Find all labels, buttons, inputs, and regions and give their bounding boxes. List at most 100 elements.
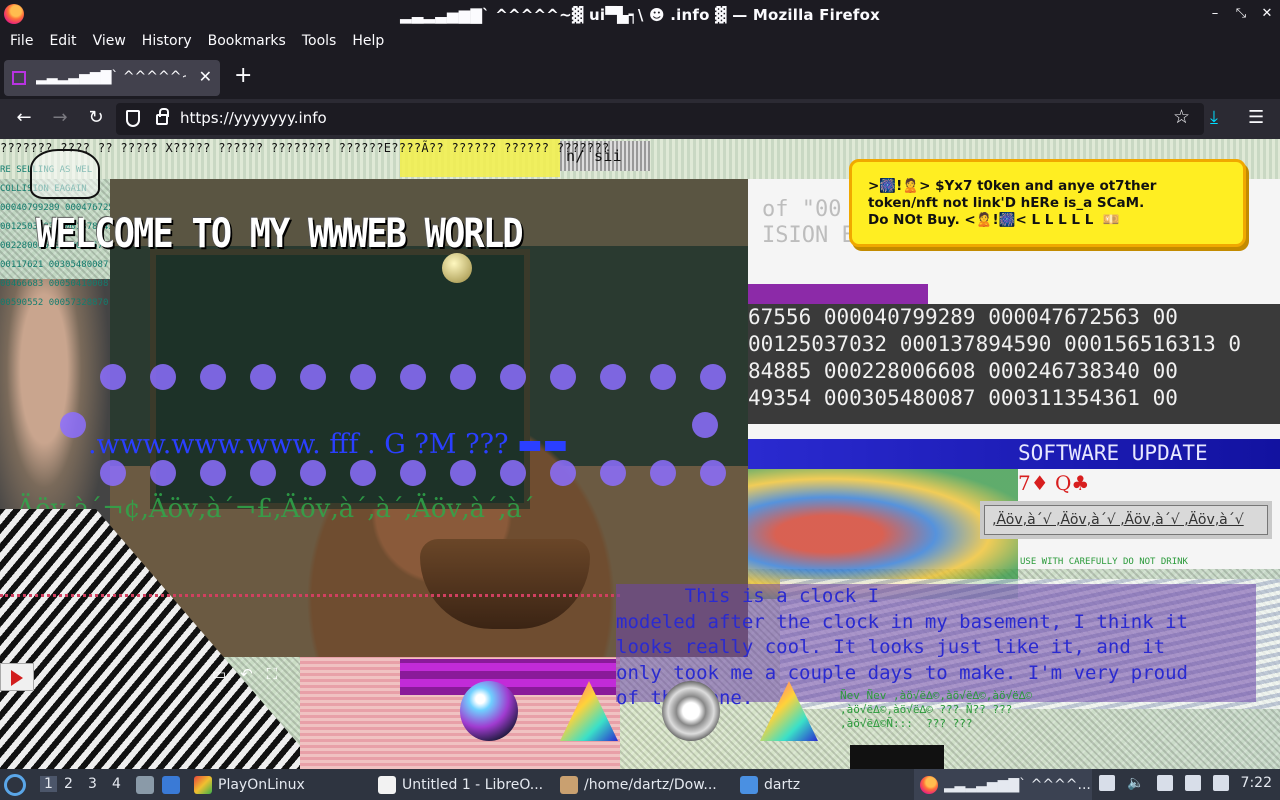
- video-ball: [442, 253, 472, 283]
- taskbar-app-label: /home/dartz/Dow...: [584, 776, 717, 793]
- top-garbled-text: ??????? ???? ?? ????? X????? ?????? ????…: [0, 141, 610, 155]
- desktop-screen: ▂▃▂▃▅▆▇` ^^^^^~▓ ui▀▙┑\ ☻ .info ▓ — Mozi…: [0, 0, 1280, 800]
- taskbar-app-libreoffice[interactable]: Untitled 1 - LibreO...: [378, 769, 543, 800]
- decor-dot: [650, 364, 676, 390]
- menu-view[interactable]: View: [85, 29, 134, 54]
- fullscreen-icon[interactable]: ⛶: [267, 665, 292, 683]
- archive-icon: [560, 775, 578, 794]
- hex-dump-large: 67556 000040799289 000047672563 00 00125…: [748, 304, 1280, 424]
- lock-icon[interactable]: [156, 108, 169, 125]
- workspace-3[interactable]: 3: [88, 776, 97, 792]
- tracking-shield-icon[interactable]: [126, 110, 140, 127]
- volume-icon[interactable]: 🔈: [1127, 775, 1144, 791]
- window-controls: – ⤡ ✕: [1208, 6, 1274, 21]
- scam-warning-popup: >🎆!🙎> $Yx7 t0ken and anye ot7ther token/…: [849, 159, 1246, 247]
- tab-active[interactable]: ▂▃▂▃▅▆▇` ^^^^^~ ▓ ✕: [4, 60, 220, 96]
- menu-bookmarks[interactable]: Bookmarks: [200, 29, 294, 54]
- close-icon[interactable]: ✕: [1260, 6, 1274, 21]
- menu-help[interactable]: Help: [344, 29, 392, 54]
- pip-icon[interactable]: ▭: [212, 665, 240, 683]
- taskbar-app-folder[interactable]: dartz: [740, 769, 800, 800]
- hex-big-line: 49354 000305480087 000311354361 00: [748, 386, 1178, 410]
- decor-dot: [300, 364, 326, 390]
- decor-dot: [500, 460, 526, 486]
- hex-big-line: 84885 000228006608 000246738340 00: [748, 359, 1178, 383]
- tab-favicon-icon: [12, 71, 26, 85]
- notes-icon[interactable]: [1212, 775, 1229, 791]
- clock[interactable]: 7:22: [1241, 775, 1272, 791]
- forward-arrow-icon[interactable]: →: [48, 107, 72, 128]
- page-content: ??????? ???? ?? ????? X????? ?????? ????…: [0, 139, 1280, 769]
- menu-edit[interactable]: Edit: [41, 29, 84, 54]
- garbled-link-text[interactable]: ‚Äöv‚à´√ ‚Äöv‚à´√ ‚Äöv‚à´√ ‚Äöv‚à´√: [992, 512, 1244, 528]
- taskbar-app-downloads[interactable]: /home/dartz/Dow...: [560, 769, 717, 800]
- decor-dot: [550, 460, 576, 486]
- black-box: [850, 745, 944, 769]
- updates-icon[interactable]: [1099, 775, 1116, 791]
- decor-dot: [400, 460, 426, 486]
- decor-dot: [350, 460, 376, 486]
- ring-icon: [662, 681, 720, 741]
- decor-dot: [700, 364, 726, 390]
- dotted-divider: [0, 594, 620, 597]
- decor-dot: [450, 460, 476, 486]
- decor-dot: [150, 364, 176, 390]
- bookmark-star-icon[interactable]: ☆: [1173, 106, 1190, 128]
- decor-dot: [400, 364, 426, 390]
- new-tab-plus-icon[interactable]: +: [234, 65, 252, 87]
- window-title: ▂▃▂▃▅▆▇` ^^^^^~▓ ui▀▙┑\ ☻ .info ▓ — Mozi…: [399, 6, 881, 24]
- window-titlebar[interactable]: ▂▃▂▃▅▆▇` ^^^^^~▓ ui▀▙┑\ ☻ .info ▓ — Mozi…: [0, 0, 1280, 29]
- taskbar-app-label: PlayOnLinux: [218, 776, 305, 793]
- decor-dot: [692, 412, 718, 438]
- hex-line: 00590552 00057328870 000590893708 00: [0, 298, 110, 308]
- video-pot: [420, 539, 590, 629]
- url-bar[interactable]: https://yyyyyyy.info ☆: [116, 103, 1204, 135]
- workspace-2[interactable]: 2: [64, 776, 73, 792]
- rewind-icon[interactable]: ↶: [240, 665, 267, 683]
- page-title: WELCOME TO MY WWWEB WORLD: [36, 211, 524, 257]
- decor-dot: [300, 460, 326, 486]
- maximize-icon[interactable]: ⤡: [1234, 6, 1248, 21]
- desktop-icon[interactable]: [162, 776, 180, 794]
- clock-description: This is a clock I modeled after the cloc…: [616, 584, 1256, 709]
- start-menu-icon[interactable]: [4, 774, 26, 796]
- menu-tools[interactable]: Tools: [294, 29, 345, 54]
- network-icon[interactable]: [1184, 775, 1201, 791]
- clipboard-icon[interactable]: [1156, 775, 1173, 791]
- reload-icon[interactable]: ↻: [84, 107, 108, 128]
- back-arrow-icon[interactable]: ←: [12, 107, 36, 128]
- video-controls: ▭↶⛶: [212, 665, 291, 683]
- orb-icon: [460, 681, 518, 741]
- tab-title: ▂▃▂▃▅▆▇` ^^^^^~ ▓: [36, 69, 186, 85]
- download-icon[interactable]: ⤓: [1210, 107, 1218, 128]
- libreoffice-icon: [378, 775, 396, 794]
- file-manager-icon[interactable]: [136, 776, 154, 794]
- hex-line: 00466683 000504100087 00523177637: [0, 279, 110, 289]
- decor-dot: [250, 364, 276, 390]
- menu-history[interactable]: History: [134, 29, 200, 54]
- decor-dot: [250, 460, 276, 486]
- decor-dot: [500, 364, 526, 390]
- taskbar-app-playonlinux[interactable]: PlayOnLinux: [194, 769, 305, 800]
- tab-close-icon[interactable]: ✕: [199, 67, 212, 86]
- computer-mouse-icon: [30, 149, 100, 199]
- workspace-4[interactable]: 4: [112, 776, 121, 792]
- tab-strip: ▂▃▂▃▅▆▇` ^^^^^~ ▓ ✕ +: [0, 54, 1280, 99]
- garbled-link-box[interactable]: ‚Äöv‚à´√ ‚Äöv‚à´√ ‚Äöv‚à´√ ‚Äöv‚à´√: [980, 501, 1272, 539]
- decor-dot: [200, 460, 226, 486]
- menu-file[interactable]: File: [2, 29, 41, 54]
- top-garbled-text-2: n/ sii: [566, 147, 622, 165]
- dot-pattern: [50, 364, 730, 486]
- hamburger-menu-icon[interactable]: ☰: [1248, 107, 1264, 128]
- minimize-icon[interactable]: –: [1208, 6, 1222, 21]
- play-button[interactable]: [0, 663, 34, 691]
- taskbar-app-label: dartz: [764, 776, 801, 793]
- decor-dot: [60, 412, 86, 438]
- url-text[interactable]: https://yyyyyyy.info: [180, 109, 327, 127]
- workspace-1[interactable]: 1: [40, 776, 57, 792]
- taskbar-app-firefox[interactable]: ▂▃▂▃▅▆▇` ^^^^...: [914, 769, 1092, 800]
- software-update-banner: SOFTWARE UPDATE: [748, 439, 1280, 469]
- decor-dot: [450, 364, 476, 390]
- playing-cards-text: 7♦ Q♣: [1018, 471, 1090, 495]
- caution-text: USE WITH CAREFULLY DO NOT DRINK: [1020, 557, 1188, 567]
